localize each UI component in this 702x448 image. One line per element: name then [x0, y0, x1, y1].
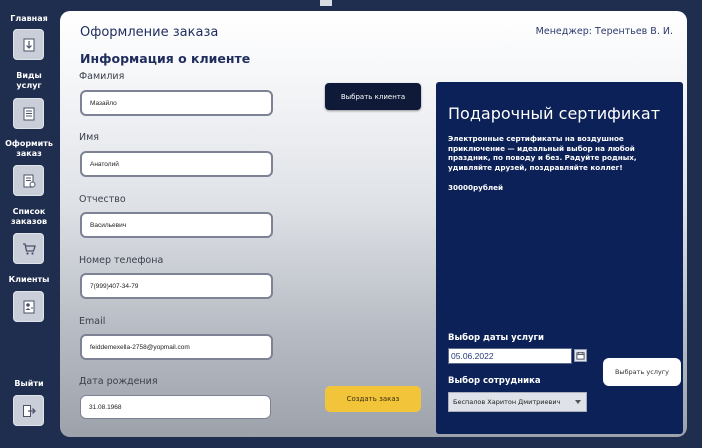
certificate-card: Подарочный сертификат Электронные сертиф… — [436, 82, 683, 434]
page-title: Оформление заказа — [80, 25, 219, 40]
select-service-button[interactable]: Выбрать услугу — [603, 358, 681, 386]
sidebar-item-orders-list-label-wrap: Список заказов — [0, 207, 58, 227]
sidebar: Главная Виды услуг Оформить заказ Список… — [0, 0, 58, 448]
last-name-field[interactable]: Мазайло — [80, 90, 273, 116]
certificate-price: 30000рублей — [448, 183, 504, 192]
certificate-description: Электронные сертификаты на воздушное при… — [448, 134, 637, 172]
sidebar-item-services-label: Виды услуг — [16, 71, 42, 90]
sidebar-item-services-label-wrap: Виды услуг — [0, 71, 58, 91]
logout-button[interactable] — [13, 395, 44, 426]
logout-icon — [22, 404, 36, 417]
patronymic-label: Отчество — [79, 194, 126, 205]
patronymic-field[interactable]: Васильевич — [80, 212, 273, 238]
client-section-title: Информация о клиенте — [80, 51, 251, 66]
sidebar-item-order-label-wrap: Оформить заказ — [0, 139, 58, 159]
phone-label: Номер телефона — [79, 255, 164, 266]
sidebar-item-order-label: Оформить заказ — [5, 139, 53, 158]
chevron-down-icon — [575, 400, 581, 404]
sidebar-item-order[interactable] — [13, 165, 44, 196]
staff-select-value: Беспалов Харитон Дмитриевич — [453, 398, 561, 406]
sidebar-item-clients[interactable] — [13, 291, 44, 322]
sidebar-item-clients-label: Клиенты — [8, 275, 50, 284]
staff-select[interactable]: Беспалов Харитон Дмитриевич — [448, 392, 587, 412]
services-list-icon — [23, 107, 34, 120]
home-icon — [23, 38, 34, 51]
email-field[interactable]: feiddemexella-2758@yopmail.com — [80, 334, 273, 360]
sidebar-item-clients-label-wrap: Клиенты — [0, 275, 58, 285]
sidebar-item-orders-list[interactable] — [13, 233, 44, 264]
calendar-icon — [576, 351, 585, 360]
select-client-button[interactable]: Выбрать клиента — [325, 83, 421, 110]
sidebar-item-services[interactable] — [13, 98, 44, 129]
birth-date-label: Дата рождения — [79, 376, 158, 387]
date-label: Выбор даты услуги — [448, 333, 544, 343]
service-date-field[interactable]: 05.06.2022 — [448, 348, 572, 364]
first-name-field[interactable]: Анатолий — [80, 151, 273, 177]
phone-field[interactable]: 7(999)407-34-79 — [80, 273, 273, 299]
staff-label: Выбор сотрудника — [448, 376, 541, 386]
calendar-button[interactable] — [574, 349, 587, 362]
order-form-icon — [23, 174, 35, 187]
sidebar-logout-label: Выйти — [14, 379, 44, 388]
manager-label: Менеджер: Терентьев В. И. — [535, 26, 673, 37]
window-top-strip — [320, 0, 332, 6]
sidebar-item-home-label-wrap: Главная — [0, 14, 58, 24]
email-label: Email — [79, 316, 106, 327]
last-name-label: Фамилия — [79, 71, 125, 82]
cart-icon — [22, 242, 36, 255]
sidebar-item-home[interactable] — [13, 29, 44, 60]
sidebar-logout-label-wrap: Выйти — [0, 379, 58, 389]
clients-icon — [23, 300, 34, 313]
certificate-title: Подарочный сертификат — [448, 104, 661, 123]
create-order-button[interactable]: Создать заказ — [325, 386, 421, 412]
sidebar-item-home-label: Главная — [10, 14, 48, 23]
birth-date-field[interactable]: 31.08.1968 — [80, 395, 271, 419]
first-name-label: Имя — [79, 132, 99, 143]
sidebar-item-orders-list-label: Список заказов — [10, 207, 48, 226]
